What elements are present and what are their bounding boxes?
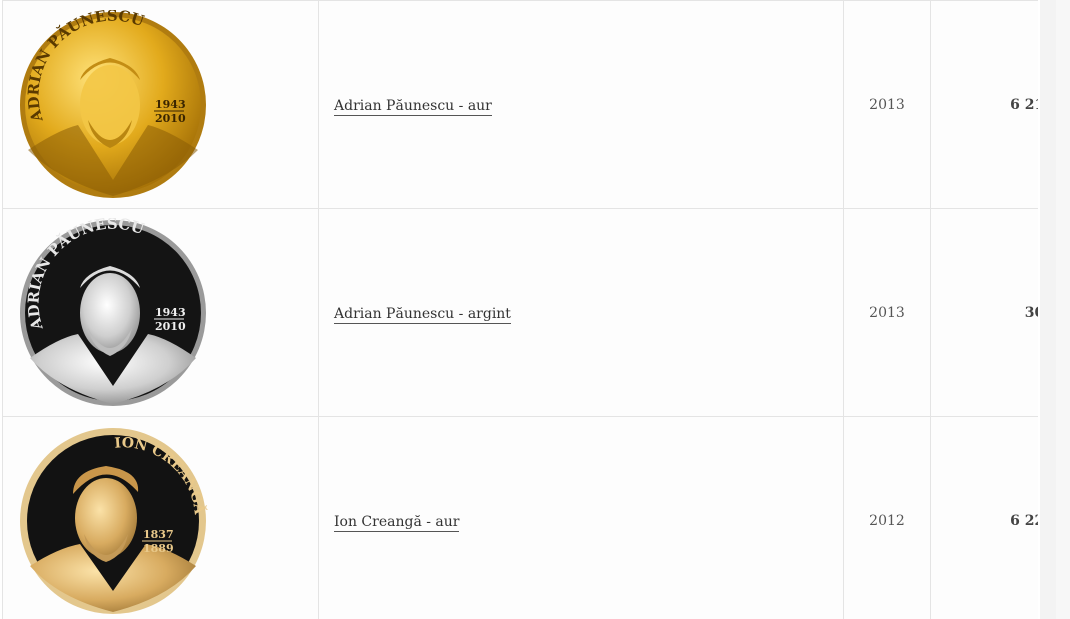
coin-image-cell: ADRIAN PĂUNESCU 1943 2010 <box>2 208 319 417</box>
coin-portrait-icon[interactable]: ION CREANGĂ 1837 1889 <box>18 426 208 616</box>
coin-name-link[interactable]: Ion Creangă - aur <box>334 514 460 532</box>
table-row: ADRIAN PĂUNESCU 1943 2010 Adrian Păunesc… <box>2 0 1038 209</box>
coin-image-cell: ION CREANGĂ 1837 1889 <box>2 416 319 619</box>
coin-date-bottom: 2010 <box>155 320 186 333</box>
coin-table-container: ADRIAN PĂUNESCU 1943 2010 Adrian Păunesc… <box>2 0 1038 619</box>
coin-date-top: 1943 <box>155 306 186 319</box>
coin-name-cell: Adrian Păunescu - argint <box>318 208 844 417</box>
coin-year: 2012 <box>843 416 931 619</box>
coin-year: 2013 <box>843 0 931 209</box>
coin-portrait-icon[interactable]: ADRIAN PĂUNESCU 1943 2010 <box>18 218 208 408</box>
coin-table: ADRIAN PĂUNESCU 1943 2010 Adrian Păunesc… <box>2 0 1038 619</box>
coin-image-cell: ADRIAN PĂUNESCU 1943 2010 <box>2 0 319 209</box>
coin-price: 6 214 <box>930 0 1038 209</box>
coin-date-top: 1943 <box>155 98 186 111</box>
coin-price: 309 <box>930 208 1038 417</box>
coin-name-link[interactable]: Adrian Păunescu - aur <box>334 98 492 116</box>
table-row: ADRIAN PĂUNESCU 1943 2010 Adrian Păunesc… <box>2 208 1038 417</box>
coin-price: 6 228 <box>930 416 1038 619</box>
table-row: ION CREANGĂ 1837 1889 Ion Creangă - aur … <box>2 416 1038 619</box>
scrollbar-track[interactable] <box>1040 0 1056 619</box>
coin-date-bottom: 2010 <box>155 112 186 125</box>
page-gutter <box>1056 0 1070 619</box>
coin-name-cell: Ion Creangă - aur <box>318 416 844 619</box>
coin-date-bottom: 1889 <box>143 542 174 555</box>
coin-name-cell: Adrian Păunescu - aur <box>318 0 844 209</box>
coin-name-link[interactable]: Adrian Păunescu - argint <box>334 306 511 324</box>
coin-year: 2013 <box>843 208 931 417</box>
coin-portrait-icon[interactable]: ADRIAN PĂUNESCU 1943 2010 <box>18 10 208 200</box>
coin-date-top: 1837 <box>143 528 174 541</box>
